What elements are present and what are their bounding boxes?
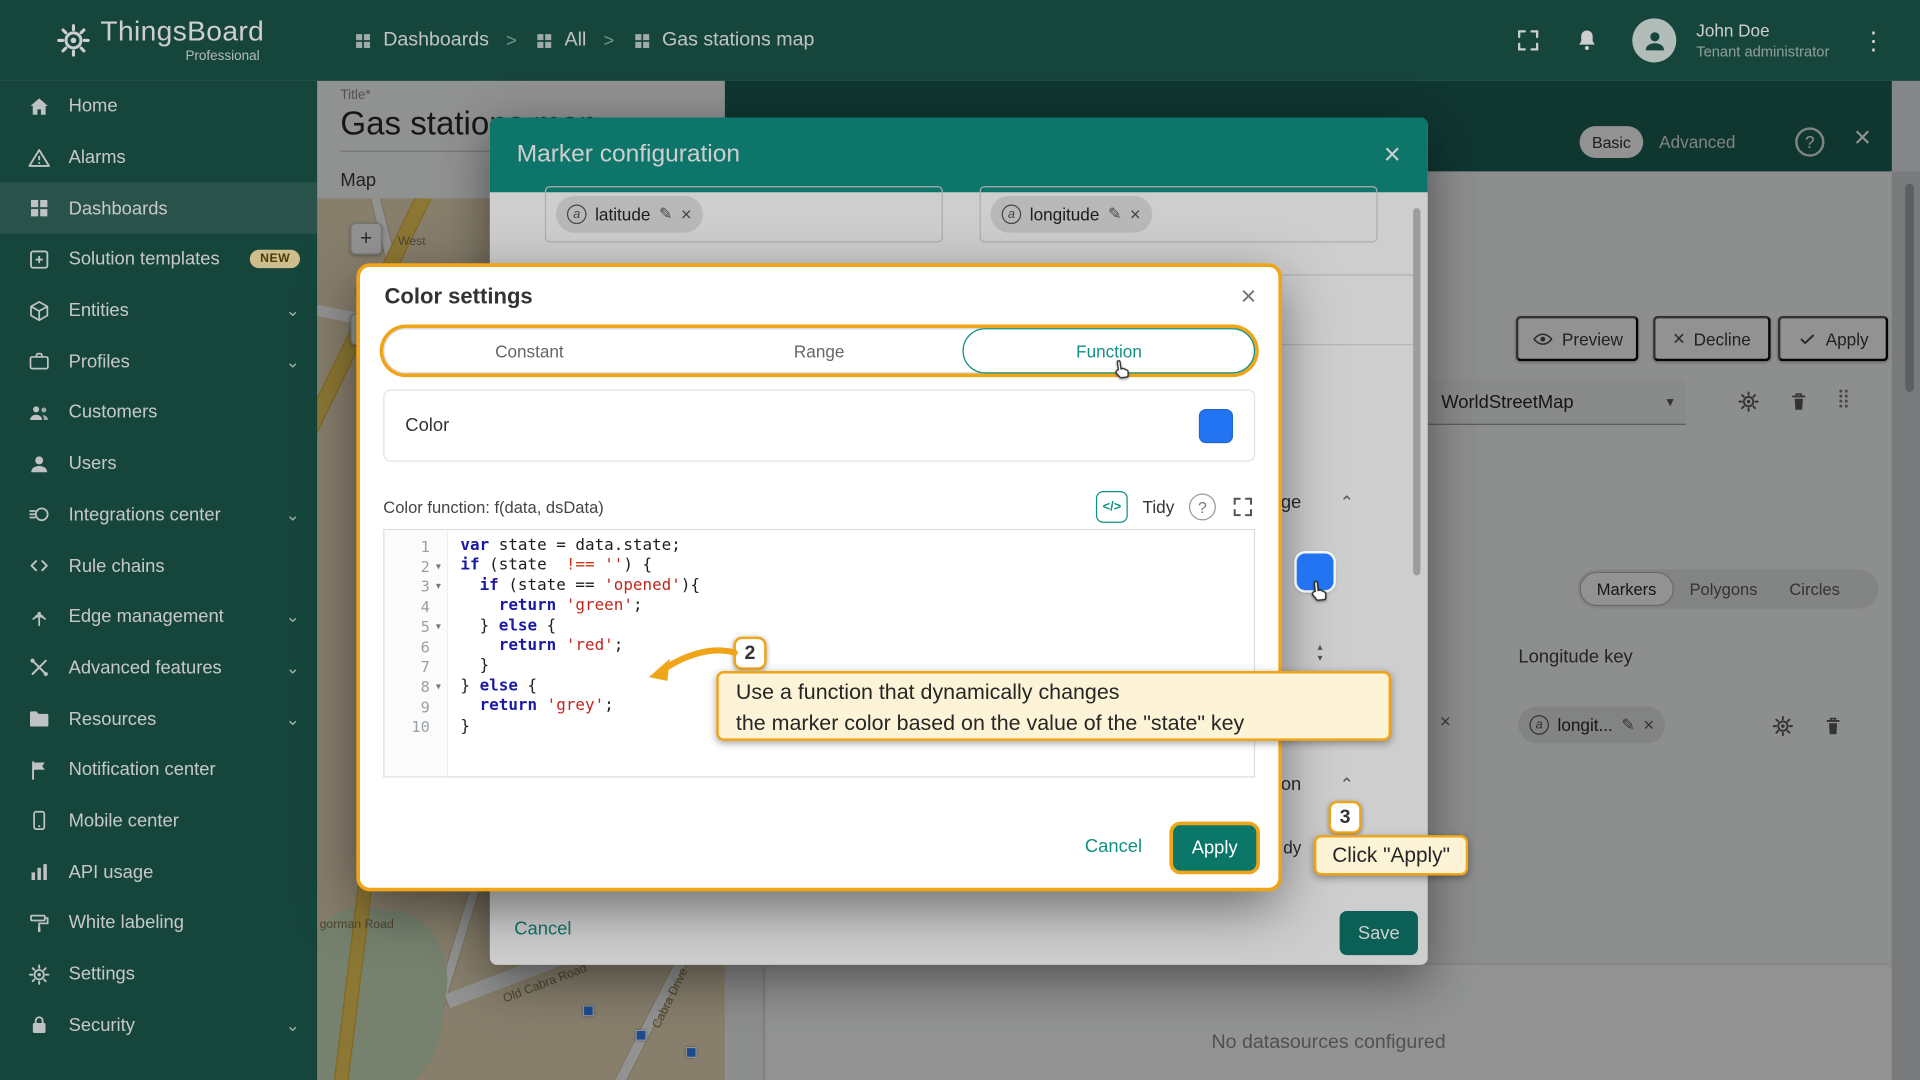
gutter-line[interactable]: 2▾	[384, 556, 446, 576]
fullscreen-icon[interactable]	[1231, 495, 1255, 519]
gutter-line[interactable]: 5▾	[384, 617, 446, 637]
dialog-title: Color settings	[384, 284, 532, 310]
close-icon[interactable]: ×	[1241, 280, 1257, 312]
highlighted-color-swatch[interactable]	[1297, 553, 1334, 590]
fold-icon: ▾	[432, 561, 444, 572]
color-apply-button[interactable]: Apply	[1173, 825, 1256, 870]
color-type-tab-constant[interactable]: Constant	[384, 329, 674, 372]
color-function-label: Color function: f(data, dsData)	[383, 498, 604, 516]
code-line[interactable]: var state = data.state;	[460, 536, 1253, 556]
code-line[interactable]: }	[460, 657, 1253, 677]
screen: Title* Gas stations map Map West gorman …	[0, 0, 1920, 1080]
gutter-line: 7	[384, 657, 446, 677]
code-line[interactable]: } else {	[460, 677, 1253, 697]
gutter-line[interactable]: 3▾	[384, 576, 446, 596]
color-field: Color	[383, 389, 1255, 461]
gutter-line: 1	[384, 536, 446, 556]
color-swatch[interactable]	[1199, 408, 1233, 442]
code-line[interactable]: return 'grey';	[460, 697, 1253, 717]
fold-icon: ▾	[432, 681, 444, 692]
function-row: Color function: f(data, dsData) </> Tidy…	[383, 491, 1255, 523]
tidy-button[interactable]: Tidy	[1143, 497, 1175, 517]
gutter-line[interactable]: 8▾	[384, 677, 446, 697]
fold-icon: ▾	[432, 581, 444, 592]
editor-embed-icon[interactable]: </>	[1096, 491, 1128, 523]
gutter-line: 9	[384, 697, 446, 717]
color-type-tab-range[interactable]: Range	[674, 329, 964, 372]
help-icon[interactable]: ?	[1189, 493, 1216, 520]
code-line[interactable]: if (state !== '') {	[460, 556, 1253, 576]
gutter-line: 4	[384, 597, 446, 617]
editor-code[interactable]: var state = data.state;if (state !== '')…	[448, 530, 1254, 776]
color-cancel-button[interactable]: Cancel	[1085, 836, 1142, 857]
code-line[interactable]: return 'green';	[460, 597, 1253, 617]
gutter-line: 10	[384, 717, 446, 737]
editor-gutter: 12▾3▾45▾678▾910	[384, 530, 448, 776]
fold-icon: ▾	[432, 621, 444, 632]
gutter-line: 6	[384, 637, 446, 657]
code-line[interactable]: } else {	[460, 617, 1253, 637]
color-settings-dialog: Color settings × ConstantRangeFunction C…	[360, 267, 1278, 888]
code-line[interactable]: return 'red';	[460, 637, 1253, 657]
hand-cursor-icon	[1107, 354, 1135, 387]
code-line[interactable]: }	[460, 717, 1253, 737]
code-line[interactable]: if (state == 'opened'){	[460, 576, 1253, 596]
color-label: Color	[405, 415, 449, 436]
code-editor[interactable]: 12▾3▾45▾678▾910 var state = data.state;i…	[383, 529, 1255, 778]
